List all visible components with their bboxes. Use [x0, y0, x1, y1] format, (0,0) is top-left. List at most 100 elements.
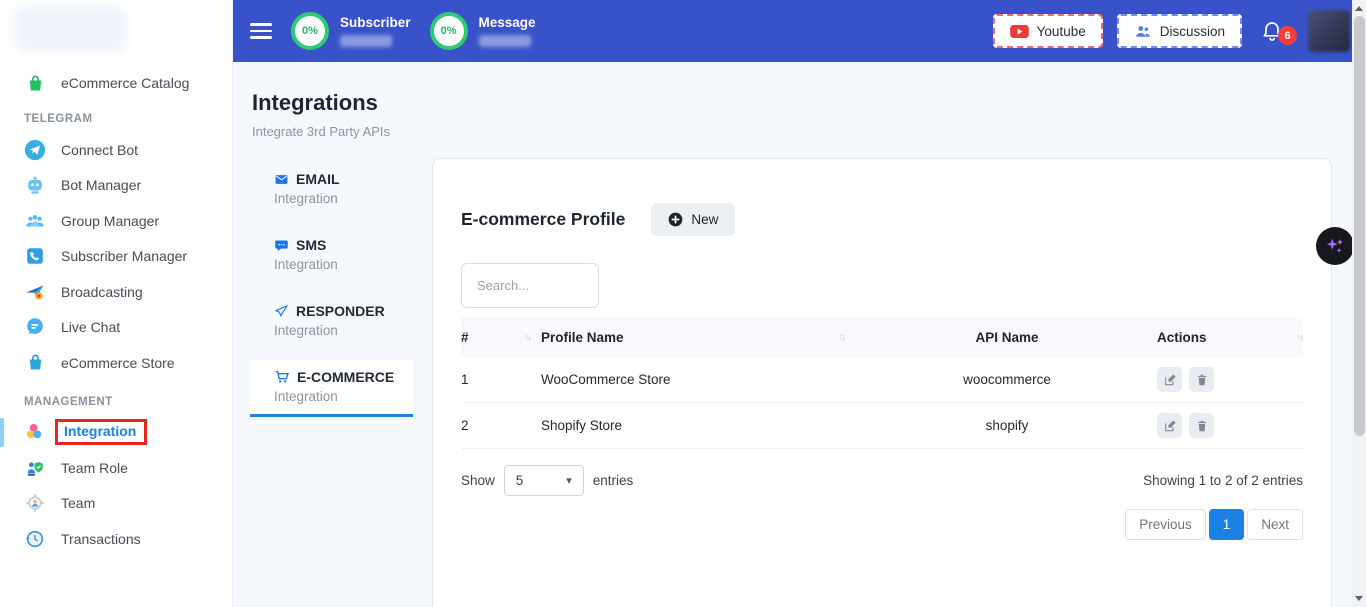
role-shield-icon [24, 457, 46, 479]
user-avatar[interactable] [1308, 10, 1350, 52]
sms-bubble-icon [274, 238, 289, 253]
subnav-ecommerce-integration[interactable]: E-COMMERCE Integration [250, 360, 413, 417]
sidebar-item-label: Broadcasting [61, 284, 143, 300]
column-header-profile-name[interactable]: Profile Name [541, 330, 624, 345]
trash-icon [1195, 373, 1209, 387]
scrollbar-thumb[interactable] [1354, 16, 1365, 436]
edit-button[interactable] [1157, 413, 1182, 438]
sidebar-item-live-chat[interactable]: Live Chat [0, 310, 232, 346]
sidebar-item-ecommerce-store[interactable]: eCommerce Store [0, 345, 232, 381]
sidebar-item-group-manager[interactable]: Group Manager [0, 203, 232, 239]
sidebar: eCommerce Catalog TELEGRAM Connect Bot B… [0, 0, 233, 607]
discussion-button[interactable]: Discussion [1117, 14, 1242, 48]
sidebar-item-label: Team [61, 495, 95, 511]
sidebar-item-team[interactable]: Team [0, 486, 232, 522]
sidebar-item-label: eCommerce Catalog [61, 75, 189, 91]
column-header-num[interactable]: # [461, 330, 469, 345]
telegram-icon [24, 139, 46, 161]
subscriber-progress-ring: 0% [291, 12, 329, 50]
hamburger-menu-icon[interactable] [250, 19, 272, 43]
youtube-button-label: Youtube [1037, 24, 1086, 39]
subnav-subtitle: Integration [274, 389, 413, 404]
cart-icon [274, 369, 290, 385]
discussion-people-icon [1134, 24, 1152, 39]
message-stat: 0% Message [430, 12, 536, 50]
profile-name-cell: Shopify Store [541, 418, 622, 433]
sidebar-item-bot-manager[interactable]: Bot Manager [0, 168, 232, 204]
edit-pencil-icon [1163, 419, 1177, 433]
notification-count-badge: 6 [1278, 26, 1297, 45]
message-stat-value-redacted [479, 35, 531, 47]
row-number: 2 [461, 418, 469, 433]
gear-person-icon [24, 492, 46, 514]
column-header-api-name[interactable]: API Name [857, 330, 1157, 345]
subnav-subtitle: Integration [274, 323, 413, 338]
youtube-button[interactable]: Youtube [993, 14, 1103, 48]
edit-pencil-icon [1163, 373, 1177, 387]
subnav-email-integration[interactable]: EMAIL Integration [250, 162, 413, 216]
page-size-value: 5 [516, 473, 524, 488]
shopping-bag-green-icon [24, 72, 46, 94]
profile-name-cell: WooCommerce Store [541, 372, 671, 387]
scroll-down-arrow-icon[interactable] [1355, 596, 1363, 601]
subnav-subtitle: Integration [274, 191, 413, 206]
main-content: Integrations Integrate 3rd Party APIs EM… [233, 62, 1366, 607]
chevron-down-icon: ▾ [566, 474, 572, 487]
pagination-next-button[interactable]: Next [1247, 509, 1303, 540]
sidebar-item-label: Group Manager [61, 213, 159, 229]
sparkles-icon [1324, 235, 1346, 257]
envelope-icon [274, 172, 289, 187]
youtube-icon [1010, 25, 1029, 38]
api-name-cell: shopify [857, 418, 1157, 433]
trash-icon [1195, 419, 1209, 433]
notifications-bell[interactable]: 6 [1260, 19, 1284, 43]
search-input[interactable] [461, 263, 599, 308]
sort-icon[interactable]: ↑↓ [1296, 332, 1303, 342]
sidebar-item-label: Bot Manager [61, 177, 141, 193]
page-size-select[interactable]: 5 ▾ [504, 465, 584, 496]
delete-button[interactable] [1189, 367, 1214, 392]
send-plane-icon [274, 304, 289, 319]
card-title: E-commerce Profile [461, 209, 625, 230]
subnav-title: E-COMMERCE [297, 369, 394, 385]
subnav-title: SMS [296, 237, 326, 253]
api-name-cell: woocommerce [857, 372, 1157, 387]
scroll-up-arrow-icon[interactable] [1355, 6, 1363, 11]
sort-icon[interactable]: ↑↓ [838, 332, 845, 342]
scrollbar[interactable] [1352, 0, 1366, 607]
sidebar-item-label: Subscriber Manager [61, 248, 187, 264]
subnav-responder-integration[interactable]: RESPONDER Integration [250, 294, 413, 348]
delete-button[interactable] [1189, 413, 1214, 438]
sidebar-item-label-active: Integration [55, 419, 147, 445]
sidebar-item-broadcasting[interactable]: Broadcasting [0, 274, 232, 310]
edit-button[interactable] [1157, 367, 1182, 392]
new-profile-button[interactable]: New [651, 203, 735, 236]
sidebar-item-team-role[interactable]: Team Role [0, 450, 232, 486]
pagination: Previous 1 Next [461, 509, 1303, 540]
transaction-history-icon [24, 528, 46, 550]
pagination-page-1-button[interactable]: 1 [1209, 509, 1245, 540]
subscriber-stat-label: Subscriber [340, 15, 411, 30]
sort-icon[interactable]: ↑↓ [524, 332, 531, 342]
subnav-sms-integration[interactable]: SMS Integration [250, 228, 413, 282]
table-row: 2 Shopify Store shopify [461, 403, 1303, 449]
sidebar-item-transactions[interactable]: Transactions [0, 521, 232, 557]
ecommerce-profile-card: E-commerce Profile New # ↑↓ Profile Name… [432, 158, 1332, 607]
subnav-title: RESPONDER [296, 303, 385, 319]
chat-bubble-icon [24, 316, 46, 338]
column-header-actions[interactable]: Actions [1157, 330, 1207, 345]
sidebar-item-subscriber-manager[interactable]: Subscriber Manager [0, 239, 232, 275]
app-logo [14, 6, 126, 52]
subnav-title: EMAIL [296, 171, 340, 187]
sidebar-item-label: Transactions [61, 531, 141, 547]
sidebar-item-connect-bot[interactable]: Connect Bot [0, 132, 232, 168]
sidebar-item-ecommerce-catalog[interactable]: eCommerce Catalog [0, 68, 232, 98]
plus-circle-icon [668, 212, 683, 227]
table-row: 1 WooCommerce Store woocommerce [461, 357, 1303, 403]
integration-subnav: EMAIL Integration SMS Integration [250, 158, 413, 417]
sidebar-item-integration[interactable]: Integration [0, 415, 232, 451]
sidebar-item-label: eCommerce Store [61, 355, 175, 371]
pagination-previous-button[interactable]: Previous [1125, 509, 1206, 540]
sidebar-section-management: MANAGEMENT [24, 396, 232, 408]
ai-assistant-fab[interactable] [1316, 227, 1354, 265]
